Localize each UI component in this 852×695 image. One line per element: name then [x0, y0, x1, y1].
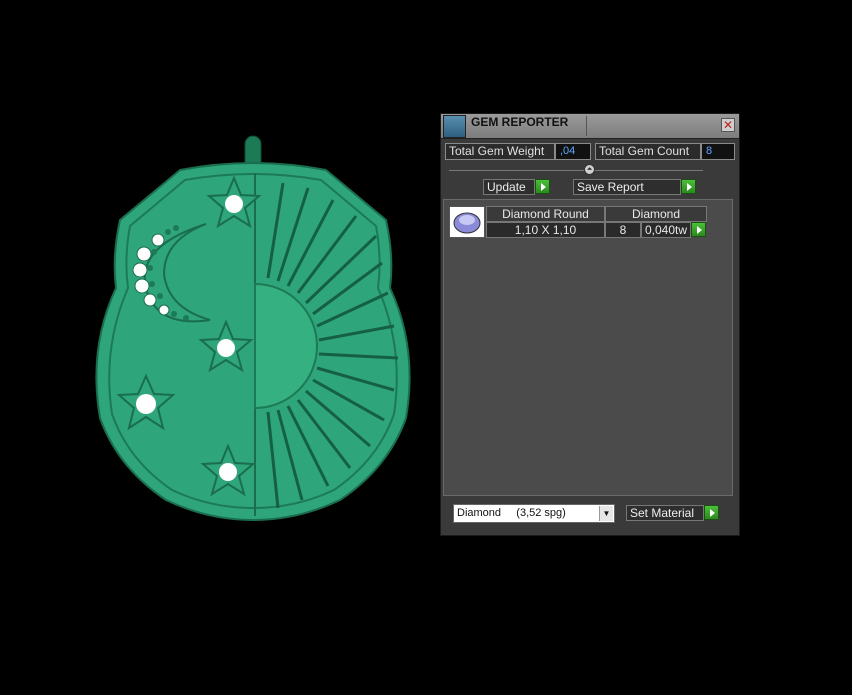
save-report-button[interactable]: Save Report: [573, 179, 681, 195]
gem-weight-cell: 0,040tw: [641, 222, 691, 238]
save-report-arrow-icon[interactable]: [681, 179, 696, 194]
gem-row-arrow-icon[interactable]: [691, 222, 706, 237]
gem-size-cell: 1,10 X 1,10: [486, 222, 605, 238]
total-gem-count-value: 8: [701, 143, 735, 160]
total-gem-count-label: Total Gem Count: [595, 143, 701, 160]
gem-reporter-icon: [443, 115, 466, 138]
set-material-button[interactable]: Set Material: [626, 505, 704, 521]
round-diamond-icon[interactable]: [449, 206, 485, 238]
total-gem-weight-value: ,04: [555, 143, 591, 160]
panel-title: GEM REPORTER: [471, 115, 569, 129]
gem-reporter-panel: GEM REPORTER ✕ Total Gem Weight ,04 Tota…: [440, 113, 740, 536]
gem-shape-header: Diamond Round: [486, 206, 605, 222]
titlebar-separator: [586, 116, 587, 136]
update-button[interactable]: Update: [483, 179, 535, 195]
gem-list[interactable]: [443, 199, 733, 496]
collapse-toggle-icon[interactable]: ⏶: [584, 164, 595, 175]
material-select-value: Diamond (3,52 spg): [457, 507, 566, 519]
section-divider: [449, 170, 703, 171]
panel-titlebar[interactable]: GEM REPORTER ✕: [441, 114, 739, 139]
shield-pendant-model: [95, 135, 411, 522]
total-gem-weight-label: Total Gem Weight: [445, 143, 555, 160]
update-arrow-icon[interactable]: [535, 179, 550, 194]
material-select[interactable]: Diamond (3,52 spg) ▼: [453, 504, 615, 523]
close-icon[interactable]: ✕: [721, 118, 735, 132]
gem-count-cell: 8: [605, 222, 641, 238]
set-material-arrow-icon[interactable]: [704, 505, 719, 520]
gem-material-header: Diamond: [605, 206, 707, 222]
chevron-down-icon[interactable]: ▼: [599, 506, 613, 521]
